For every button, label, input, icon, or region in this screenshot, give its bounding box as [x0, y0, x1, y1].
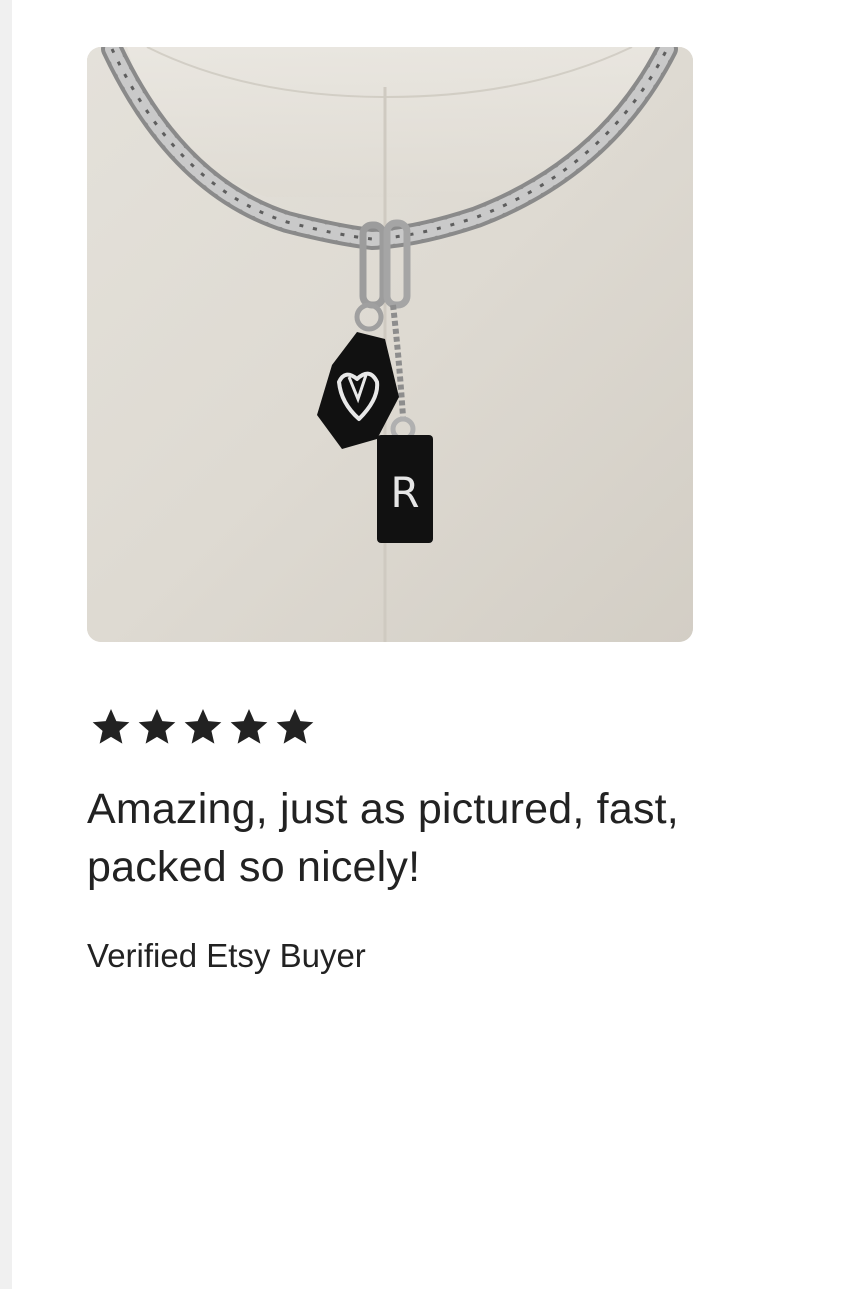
review-text: Amazing, just as pictured, fast, packed …	[87, 785, 679, 891]
star-icon	[184, 709, 222, 744]
review-card: R Amazing, just as pictured, fast, packe…	[0, 0, 846, 1289]
star-icon	[276, 709, 314, 744]
pendant-r-letter: R	[390, 468, 419, 517]
star-icon	[138, 709, 176, 744]
reviewer-name: Verified Etsy Buyer	[87, 937, 366, 974]
star-icon	[92, 709, 130, 744]
review-photo[interactable]: R	[87, 47, 693, 642]
necklace-photo-image: R	[87, 47, 693, 642]
star-rating	[89, 705, 317, 749]
star-icon	[230, 709, 268, 744]
